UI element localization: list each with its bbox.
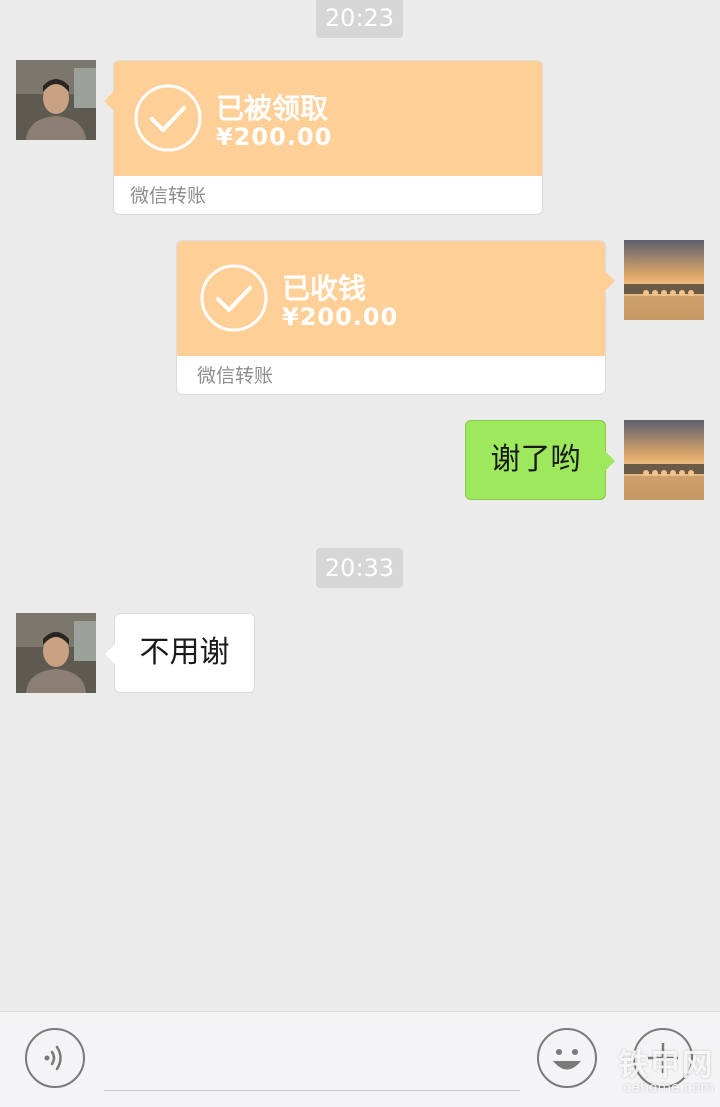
transfer-footer: 微信转账	[130, 185, 207, 207]
bubble-tail	[605, 271, 615, 291]
transfer-card-collected[interactable]: 已收钱 ¥200.00 微信转账	[176, 240, 615, 395]
check-circle-icon	[200, 264, 268, 332]
transfer-footer: 微信转账	[197, 365, 274, 387]
my-avatar[interactable]	[624, 420, 704, 500]
sent-message-bubble[interactable]: 谢了哟	[465, 420, 615, 500]
message-text: 谢了哟	[490, 442, 581, 477]
contact-avatar[interactable]	[16, 613, 96, 693]
transfer-amount: ¥200.00	[282, 303, 399, 331]
emoji-icon	[553, 1049, 581, 1070]
voice-button[interactable]	[25, 1028, 85, 1088]
voice-icon	[44, 1045, 62, 1071]
transfer-status: 已收钱	[282, 272, 367, 305]
transfer-card-received[interactable]: 已被领取 ¥200.00 微信转账	[104, 60, 543, 215]
message-text: 不用谢	[139, 635, 230, 670]
transfer-card-header: 已被领取 ¥200.00	[114, 61, 542, 176]
message-input[interactable]	[104, 1090, 520, 1091]
timestamp: 20:23	[316, 0, 403, 38]
watermark: 铁甲网 cehome.com	[602, 1040, 714, 1100]
received-message-bubble[interactable]: 不用谢	[105, 613, 255, 693]
transfer-amount: ¥200.00	[216, 123, 333, 151]
watermark-text: 铁甲网	[618, 1048, 714, 1083]
check-circle-icon	[134, 84, 202, 152]
emoji-button[interactable]	[537, 1028, 597, 1088]
bubble-tail	[104, 91, 114, 111]
bubble-tail	[605, 451, 615, 471]
timestamp: 20:33	[316, 548, 403, 588]
contact-avatar[interactable]	[16, 60, 96, 140]
transfer-status: 已被领取	[216, 92, 329, 125]
bubble-tail	[105, 644, 115, 664]
my-avatar[interactable]	[624, 240, 704, 320]
transfer-card-header: 已收钱 ¥200.00	[177, 241, 605, 356]
